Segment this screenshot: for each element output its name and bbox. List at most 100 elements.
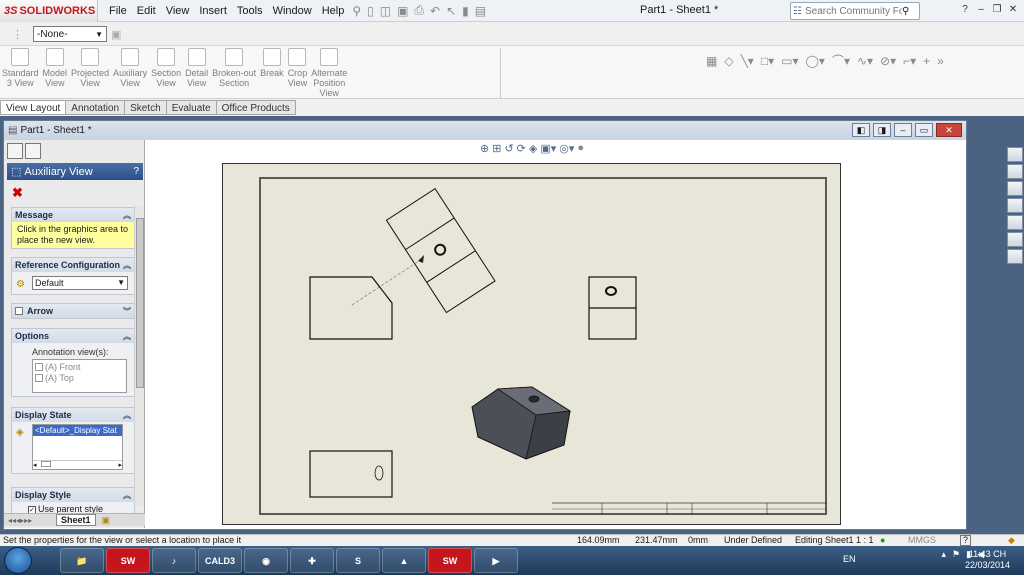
custom-properties-icon[interactable]	[1007, 249, 1023, 264]
status-scale[interactable]: 1 : 1	[856, 535, 874, 546]
top-view[interactable]	[309, 450, 393, 498]
display-state-header[interactable]: Display State ︽	[12, 408, 134, 422]
menu-view[interactable]: View	[161, 0, 195, 22]
circle-icon[interactable]: ◯▾	[805, 54, 824, 68]
flag-icon[interactable]: ⚑	[952, 549, 960, 560]
media-taskbar-icon[interactable]: ▶	[474, 548, 518, 573]
tab-sketch[interactable]: Sketch	[125, 100, 167, 115]
minimize-button[interactable]: –	[974, 3, 988, 17]
break-button[interactable]: Break	[260, 48, 284, 98]
start-button[interactable]	[4, 547, 32, 574]
new-document-icon[interactable]: ▯	[367, 4, 374, 18]
slot-icon[interactable]: ▭▾	[781, 54, 798, 68]
standard-3-view-button[interactable]: Standard 3 View	[2, 48, 39, 98]
solidworks-logo[interactable]: 3S SOLIDWORKS	[0, 0, 98, 22]
doc-minimize-button[interactable]: –	[894, 123, 912, 137]
search-icon[interactable]: ⚲	[902, 6, 909, 17]
resources-icon[interactable]	[1007, 147, 1023, 162]
sheet-nav-icons[interactable]: ◂◂◂▸▸▸	[8, 516, 32, 525]
checkbox[interactable]	[35, 363, 43, 371]
annotation-view-item[interactable]: (A) Front	[35, 362, 124, 373]
message-header[interactable]: Message ︽	[12, 208, 134, 222]
arrow-header[interactable]: Arrow ︾	[12, 304, 134, 318]
display-style-icon[interactable]: ▣▾	[540, 142, 556, 155]
shield-app-taskbar-icon[interactable]: ✚	[290, 548, 334, 573]
print-icon[interactable]: ⎙	[414, 3, 424, 18]
line-icon[interactable]: ╲▾	[741, 54, 754, 68]
appearance-icon[interactable]: ●	[577, 142, 584, 155]
language-indicator[interactable]: EN	[843, 554, 856, 564]
tab-evaluate[interactable]: Evaluate	[166, 100, 217, 115]
doc-restore-button[interactable]: ▭	[915, 123, 933, 137]
community-search[interactable]: ☷ ⚲	[790, 2, 920, 20]
checkbox[interactable]	[35, 374, 43, 382]
scroll-thumb[interactable]	[136, 218, 144, 388]
tab-view-layout[interactable]: View Layout	[0, 100, 67, 115]
zoom-to-fit-icon[interactable]: ⊕	[480, 142, 489, 155]
property-manager-tab-icon[interactable]	[25, 143, 41, 159]
options-header[interactable]: Options ︽	[12, 329, 134, 343]
view-palette-icon[interactable]	[1007, 215, 1023, 230]
cancel-x-icon[interactable]: ✖	[12, 185, 23, 201]
ellipse-icon[interactable]: ⊘▾	[880, 54, 896, 68]
save-icon[interactable]: ▣	[397, 4, 408, 18]
hide-show-icon[interactable]: ◎▾	[559, 142, 574, 155]
pm-help-button[interactable]: ?	[133, 166, 139, 177]
tab-annotation[interactable]: Annotation	[66, 100, 126, 115]
property-manager-scrollbar[interactable]	[134, 206, 144, 506]
configuration-icon[interactable]: ▣	[111, 28, 121, 41]
auxiliary-view-button[interactable]: Auxiliary View	[113, 48, 147, 98]
show-hidden-icons[interactable]: ▴	[942, 549, 947, 560]
annotation-view-item[interactable]: (A) Top	[35, 373, 124, 384]
smart-dimension-icon[interactable]: ◇	[724, 54, 733, 68]
cald3-taskbar-app[interactable]: CALD3	[198, 548, 242, 573]
help-button[interactable]: ?	[958, 3, 972, 17]
taskbar-clock[interactable]: 11:43 CH 22/03/2014	[965, 549, 1010, 571]
display-state-list[interactable]: <Default>_Display Stat ◂ ▸	[32, 424, 123, 470]
pdf-taskbar-icon[interactable]: ▲	[382, 548, 426, 573]
doc-close-button[interactable]: ✕	[936, 123, 962, 137]
display-style-header[interactable]: Display Style ︽	[12, 488, 134, 502]
green-app-taskbar-icon[interactable]: ◉	[244, 548, 288, 573]
reference-configuration-header[interactable]: Reference Configuration ︽	[12, 258, 134, 272]
pin-icon[interactable]: ⚲	[352, 4, 361, 18]
status-help-button[interactable]: ?	[960, 535, 972, 546]
configuration-select[interactable]: -None- ▼	[33, 26, 107, 42]
arc-icon[interactable]: ⌒▾	[832, 52, 850, 69]
tooltip-icon[interactable]: ◆	[1008, 535, 1015, 546]
options-icon[interactable]: ▤	[475, 4, 486, 18]
solidworks-taskbar-app[interactable]: SW	[106, 548, 150, 573]
tile-left-button[interactable]: ◧	[852, 123, 870, 137]
rotate-view-icon[interactable]: ⟳	[517, 142, 526, 155]
rectangle-icon[interactable]: □▾	[761, 54, 774, 68]
add-sheet-icon[interactable]: ▣	[102, 515, 111, 526]
auxiliary-view-preview[interactable]	[385, 187, 496, 314]
close-button[interactable]: ✕	[1006, 3, 1020, 17]
tile-right-button[interactable]: ◨	[873, 123, 891, 137]
menu-insert[interactable]: Insert	[194, 0, 232, 22]
home-icon[interactable]	[1007, 164, 1023, 179]
rebuild-icon[interactable]: ▮	[462, 4, 469, 18]
reference-configuration-select[interactable]: Default ▼	[32, 276, 128, 290]
file-explorer-icon[interactable]	[1007, 198, 1023, 213]
broken-out-section-button[interactable]: Broken-out Section	[212, 48, 256, 98]
model-view-button[interactable]: Model View	[43, 48, 67, 98]
display-state-item[interactable]: <Default>_Display Stat	[33, 425, 122, 436]
menu-help[interactable]: Help	[317, 0, 350, 22]
solidworks-taskbar-app-2[interactable]: SW	[428, 548, 472, 573]
media-player-taskbar-icon[interactable]: ♪	[152, 548, 196, 573]
open-icon[interactable]: ◫	[380, 4, 391, 18]
display-state-scrollbar[interactable]: ◂ ▸	[33, 460, 122, 469]
view-settings-icon[interactable]: ◈	[529, 142, 537, 155]
projected-view-button[interactable]: Projected View	[71, 48, 109, 98]
detail-view-button[interactable]: Detail View	[185, 48, 208, 98]
design-library-icon[interactable]	[1007, 181, 1023, 196]
file-explorer-taskbar-icon[interactable]: 📁	[60, 548, 104, 573]
crop-view-button[interactable]: Crop View	[288, 48, 307, 98]
isometric-view[interactable]	[471, 386, 572, 460]
status-units[interactable]: MMGS	[908, 535, 936, 546]
restore-button[interactable]: ❐	[990, 3, 1004, 17]
spline-icon[interactable]: ∿▾	[857, 54, 873, 68]
grid-icon[interactable]: ▦	[706, 54, 717, 68]
right-view[interactable]	[588, 276, 637, 340]
